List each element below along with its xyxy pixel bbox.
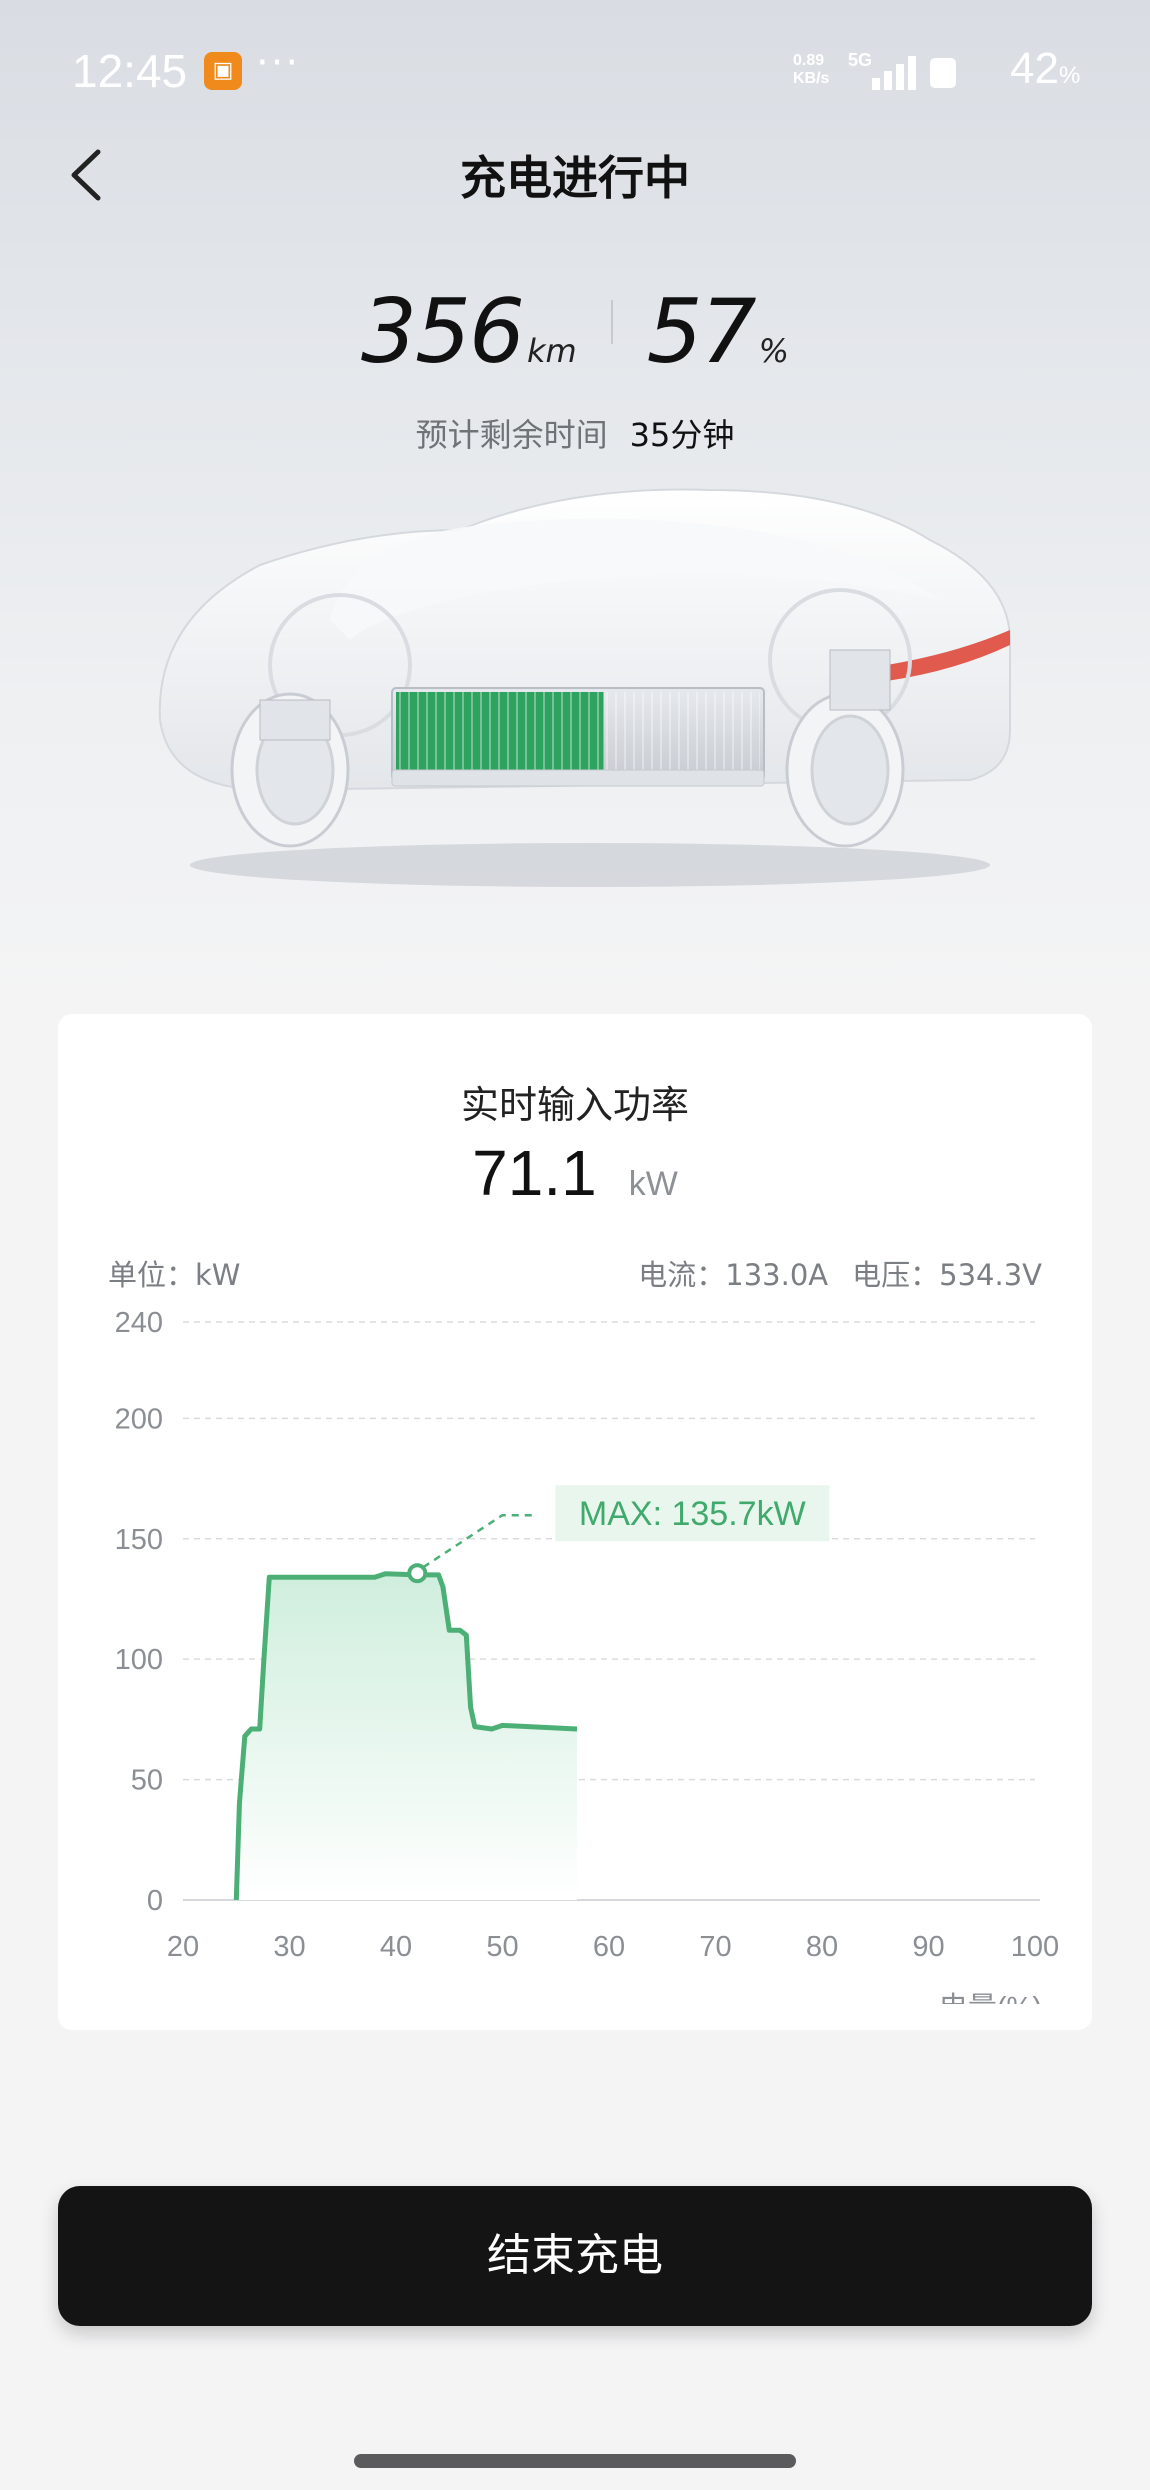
home-indicator[interactable] [354,2454,796,2468]
soc-value: 57 [646,280,757,383]
x-tick-label: 40 [380,1931,412,1963]
y-tick-label: 200 [115,1403,163,1435]
more-notifications-icon: ··· [256,40,301,86]
x-tick-label: 50 [486,1931,518,1963]
x-tick-label: 30 [273,1931,305,1963]
car-battery-illustration [158,488,1011,887]
battery-icon [930,58,956,88]
x-tick-label: 80 [806,1931,838,1963]
power-area [236,1573,578,1900]
status-bar: 12:45 ▣ ··· 0.89 KB/s 5G 42% [0,0,1150,140]
x-tick-label: 90 [912,1931,944,1963]
power-readout: 71.1 kW [58,1136,1092,1210]
end-charging-button[interactable]: 结束充电 [58,2186,1092,2326]
power-chart: 0 50 100 150 200 240 20 30 40 50 60 70 80 90 100 电量(%) M… [115,1307,1060,2004]
x-tick-label: 20 [167,1931,199,1963]
net-speed: 0.89 KB/s [793,52,830,87]
y-tick-label: 150 [115,1524,163,1556]
y-tick-label: 240 [115,1307,163,1339]
status-time: 12:45 [72,45,188,97]
signal-icon [872,56,916,90]
eta-label: 预计剩余时间 [415,416,608,454]
eta-row: 预计剩余时间 35分钟 [0,410,1150,456]
power-card: 实时输入功率 71.1 kW 单位：kW 电流：133.0A 电压：534.3V 0… [58,1014,1092,2030]
power-value: 71.1 [472,1137,597,1209]
card-title: 实时输入功率 [460,1083,689,1127]
range-unit: km [526,332,577,370]
eta-value: 35分钟 [629,416,735,454]
max-leader-line [422,1513,538,1569]
app-notification-icon: ▣ [204,52,242,90]
divider [610,300,613,344]
range-value: 356 [360,280,525,383]
x-tick-label: 100 [1011,1931,1059,1963]
page-title: 充电进行中 [460,151,690,205]
x-axis-label: 电量(%) [939,1991,1042,2004]
battery-percent: 42% [1010,44,1081,93]
charge-summary: 356 km 57% [0,280,1150,383]
x-tick-label: 60 [593,1931,625,1963]
max-point-marker [407,1563,428,1584]
x-tick-label: 70 [699,1931,731,1963]
y-tick-label: 100 [115,1644,163,1676]
max-tag-label: MAX: 135.7kW [579,1495,806,1533]
y-tick-label: 0 [147,1885,163,1917]
y-tick-label: 50 [131,1765,163,1797]
soc-unit: % [758,332,790,370]
power-unit: kW [628,1165,678,1203]
